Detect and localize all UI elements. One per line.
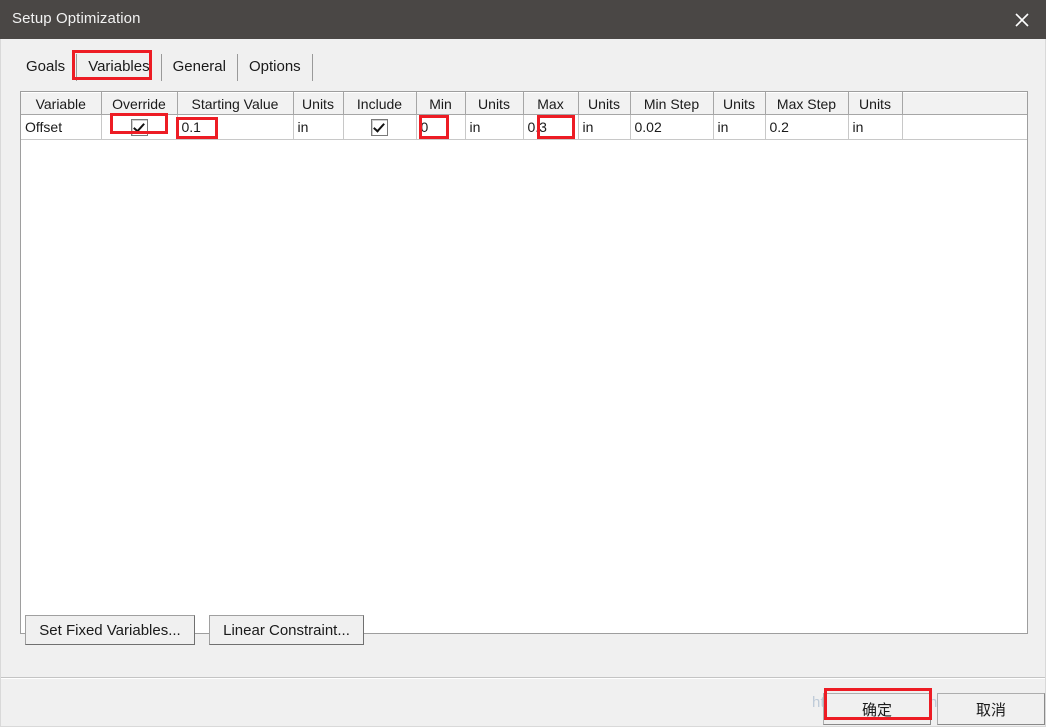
setup-optimization-dialog: Setup Optimization Goals Variables Gener…: [0, 0, 1046, 727]
cancel-button-label: 取消: [975, 701, 1006, 719]
linear-constraint-button[interactable]: Linear Constraint...: [209, 615, 364, 645]
column-header-units-starting[interactable]: Units: [293, 92, 344, 115]
include-checkbox[interactable]: [371, 118, 388, 136]
column-header-max[interactable]: Max: [523, 92, 579, 115]
cell-max-step[interactable]: 0.2: [765, 114, 849, 140]
ok-button-label: 确定: [861, 701, 892, 719]
close-icon[interactable]: [998, 0, 1046, 39]
cell-max-step-units[interactable]: in: [848, 114, 903, 140]
column-header-min-step[interactable]: Min Step: [630, 92, 714, 115]
tab-general-label: General: [172, 58, 226, 75]
column-header-max-step[interactable]: Max Step: [765, 92, 849, 115]
cell-min[interactable]: 0: [416, 114, 466, 140]
tab-goals[interactable]: Goals: [15, 54, 78, 81]
cell-min-step[interactable]: 0.02: [630, 114, 714, 140]
cell-include[interactable]: [343, 114, 417, 140]
column-header-variable[interactable]: Variable: [21, 92, 102, 115]
column-header-units-min-step[interactable]: Units: [713, 92, 766, 115]
tab-variables[interactable]: Variables: [77, 54, 162, 81]
cancel-button[interactable]: 取消: [937, 693, 1045, 725]
tab-general[interactable]: General: [162, 54, 238, 81]
table-row[interactable]: Offset 0.1 in 0 in 0.3 in 0.02 in 0.2 in: [21, 114, 1027, 140]
cell-filler: [902, 114, 1027, 140]
cell-variable[interactable]: Offset: [21, 114, 102, 140]
tab-options-label: Options: [248, 58, 301, 75]
override-checkbox[interactable]: [130, 118, 148, 136]
tab-goals-label: Goals: [26, 58, 66, 75]
cell-starting-units[interactable]: in: [293, 114, 344, 140]
window-title: Setup Optimization: [12, 10, 141, 27]
column-header-min[interactable]: Min: [416, 92, 466, 115]
footer-separator: [1, 677, 1045, 679]
cell-override[interactable]: [101, 114, 178, 140]
cell-max[interactable]: 0.3: [523, 114, 579, 140]
column-header-include[interactable]: Include: [343, 92, 417, 115]
column-header-units-max[interactable]: Units: [578, 92, 631, 115]
cell-max-units[interactable]: in: [578, 114, 631, 140]
cell-min-step-units[interactable]: in: [713, 114, 766, 140]
column-header-units-min[interactable]: Units: [465, 92, 524, 115]
tab-strip: Goals Variables General Options: [15, 53, 313, 81]
column-header-override[interactable]: Override: [101, 92, 178, 115]
cell-starting-value[interactable]: 0.1: [177, 114, 294, 140]
ok-button[interactable]: 确定: [823, 693, 931, 725]
cell-min-units[interactable]: in: [465, 114, 524, 140]
column-header-units-max-step[interactable]: Units: [848, 92, 903, 115]
dialog-body: Goals Variables General Options Variable…: [0, 39, 1046, 727]
column-header-filler: [902, 92, 1027, 115]
tab-options[interactable]: Options: [238, 54, 313, 81]
tab-variables-label: Variables: [88, 58, 150, 75]
variables-grid-panel[interactable]: Variable Override Starting Value Units I…: [20, 91, 1028, 634]
variables-table: Variable Override Starting Value Units I…: [21, 92, 1027, 140]
title-bar: Setup Optimization: [0, 0, 1046, 39]
set-fixed-variables-button[interactable]: Set Fixed Variables...: [25, 615, 195, 645]
column-header-starting-value[interactable]: Starting Value: [177, 92, 294, 115]
table-header-row: Variable Override Starting Value Units I…: [21, 92, 1027, 115]
